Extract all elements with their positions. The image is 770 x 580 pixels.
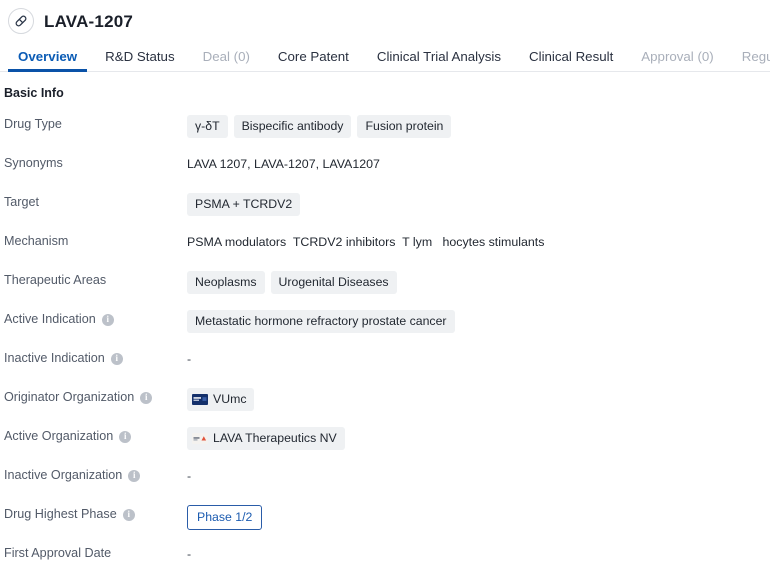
- field-label-text: Drug Highest Phase: [4, 507, 117, 521]
- tab-clinical-trial-analysis[interactable]: Clinical Trial Analysis: [363, 49, 515, 72]
- synonyms-text: LAVA 1207, LAVA-1207, LAVA1207: [187, 157, 380, 171]
- field-label: First Approval Date: [4, 543, 187, 561]
- section-title-basic-info: Basic Info: [4, 86, 64, 100]
- field-label-text: Mechanism: [4, 234, 69, 248]
- field-value: LAVA 1207, LAVA-1207, LAVA1207: [187, 153, 770, 171]
- info-icon[interactable]: i: [101, 313, 114, 326]
- info-icon[interactable]: i: [140, 391, 153, 404]
- tag-target[interactable]: PSMA + TCRDV2: [187, 193, 301, 216]
- field-row-originator-organization: Originator Organization i VUmc: [4, 387, 770, 426]
- field-label-text: Active Organization: [4, 429, 114, 443]
- field-row-first-approval-date: First Approval Date -: [4, 543, 770, 580]
- tab-core-patent[interactable]: Core Patent: [264, 49, 363, 72]
- field-label: Active Organization i: [4, 426, 187, 444]
- tag-therapeutic-area[interactable]: Neoplasms: [187, 271, 265, 294]
- field-value: -: [187, 543, 770, 561]
- empty-value: -: [187, 352, 192, 366]
- tab-approval[interactable]: Approval (0): [627, 49, 727, 72]
- field-row-drug-type: Drug Type γ-δT Bispecific antibody Fusio…: [4, 114, 770, 153]
- field-row-active-organization: Active Organization i LAVA Therapeutics …: [4, 426, 770, 465]
- field-label-text: Drug Type: [4, 117, 62, 131]
- tag-active-indication[interactable]: Metastatic hormone refractory prostate c…: [187, 310, 455, 333]
- empty-value: -: [187, 547, 192, 561]
- field-label-text: Target: [4, 195, 40, 209]
- page-title: LAVA-1207: [44, 11, 134, 31]
- empty-value: -: [187, 469, 192, 483]
- pill-capsule-icon: [8, 8, 34, 34]
- tag-drug-type[interactable]: Bispecific antibody: [233, 115, 352, 138]
- field-row-synonyms: Synonyms LAVA 1207, LAVA-1207, LAVA1207: [4, 153, 770, 192]
- field-value: Neoplasms Urogenital Diseases: [187, 270, 770, 294]
- field-value: PSMA + TCRDV2: [187, 192, 770, 216]
- field-value: γ-δT Bispecific antibody Fusion protein: [187, 114, 770, 138]
- tab-deal[interactable]: Deal (0): [189, 49, 264, 72]
- field-value: LAVA Therapeutics NV: [187, 426, 770, 450]
- tab-overview[interactable]: Overview: [4, 49, 91, 72]
- field-label: Drug Highest Phase i: [4, 504, 187, 522]
- field-label-text: Synonyms: [4, 156, 63, 170]
- mechanism-text: PSMA modulators TCRDV2 inhibitors T lym …: [187, 235, 545, 249]
- field-label: Synonyms: [4, 153, 187, 171]
- overview-content: Basic Info Drug Type γ-δT Bispecific ant…: [0, 72, 770, 580]
- field-label-text: Inactive Indication: [4, 351, 105, 365]
- field-value: PSMA modulators TCRDV2 inhibitors T lym …: [187, 231, 770, 249]
- field-row-drug-highest-phase: Drug Highest Phase i Phase 1/2: [4, 504, 770, 543]
- field-label: Mechanism: [4, 231, 187, 249]
- tab-bar: Overview R&D Status Deal (0) Core Patent…: [0, 42, 770, 72]
- field-label: Drug Type: [4, 114, 187, 132]
- tag-therapeutic-area[interactable]: Urogenital Diseases: [270, 271, 397, 294]
- field-value: Metastatic hormone refractory prostate c…: [187, 309, 770, 333]
- field-label-text: Originator Organization: [4, 390, 135, 404]
- field-value: Phase 1/2: [187, 504, 770, 530]
- field-row-mechanism: Mechanism PSMA modulators TCRDV2 inhibit…: [4, 231, 770, 270]
- field-value: -: [187, 465, 770, 483]
- field-row-target: Target PSMA + TCRDV2: [4, 192, 770, 231]
- info-icon[interactable]: i: [128, 469, 141, 482]
- info-icon[interactable]: i: [110, 352, 123, 365]
- field-row-active-indication: Active Indication i Metastatic hormone r…: [4, 309, 770, 348]
- field-label-text: First Approval Date: [4, 546, 112, 560]
- field-label: Active Indication i: [4, 309, 187, 327]
- org-name: LAVA Therapeutics NV: [213, 431, 337, 445]
- field-label-text: Therapeutic Areas: [4, 273, 107, 287]
- tab-clinical-result[interactable]: Clinical Result: [515, 49, 627, 72]
- field-label: Inactive Organization i: [4, 465, 187, 483]
- tag-drug-type[interactable]: γ-δT: [187, 115, 228, 138]
- lava-therapeutics-logo-icon: [192, 432, 208, 444]
- drug-overview-page: LAVA-1207 Overview R&D Status Deal (0) C…: [0, 0, 770, 580]
- field-label: Therapeutic Areas: [4, 270, 187, 288]
- tag-active-organization[interactable]: LAVA Therapeutics NV: [187, 427, 345, 450]
- field-row-inactive-organization: Inactive Organization i -: [4, 465, 770, 504]
- org-name: VUmc: [213, 392, 247, 406]
- field-label: Target: [4, 192, 187, 210]
- page-header: LAVA-1207: [0, 0, 770, 36]
- info-icon[interactable]: i: [122, 508, 135, 521]
- vumc-logo-icon: [192, 393, 208, 405]
- tag-drug-type[interactable]: Fusion protein: [357, 115, 452, 138]
- tab-regulation[interactable]: Regulation (0): [728, 49, 770, 72]
- info-icon[interactable]: i: [119, 430, 132, 443]
- status-badge-highest-phase[interactable]: Phase 1/2: [187, 505, 263, 530]
- field-row-therapeutic-areas: Therapeutic Areas Neoplasms Urogenital D…: [4, 270, 770, 309]
- field-row-inactive-indication: Inactive Indication i -: [4, 348, 770, 387]
- tag-originator-organization[interactable]: VUmc: [187, 388, 255, 411]
- field-label-text: Active Indication: [4, 312, 96, 326]
- field-label: Inactive Indication i: [4, 348, 187, 366]
- tab-rd-status[interactable]: R&D Status: [91, 49, 188, 72]
- field-value: VUmc: [187, 387, 770, 411]
- field-label-text: Inactive Organization: [4, 468, 123, 482]
- field-label: Originator Organization i: [4, 387, 187, 405]
- field-value: -: [187, 348, 770, 366]
